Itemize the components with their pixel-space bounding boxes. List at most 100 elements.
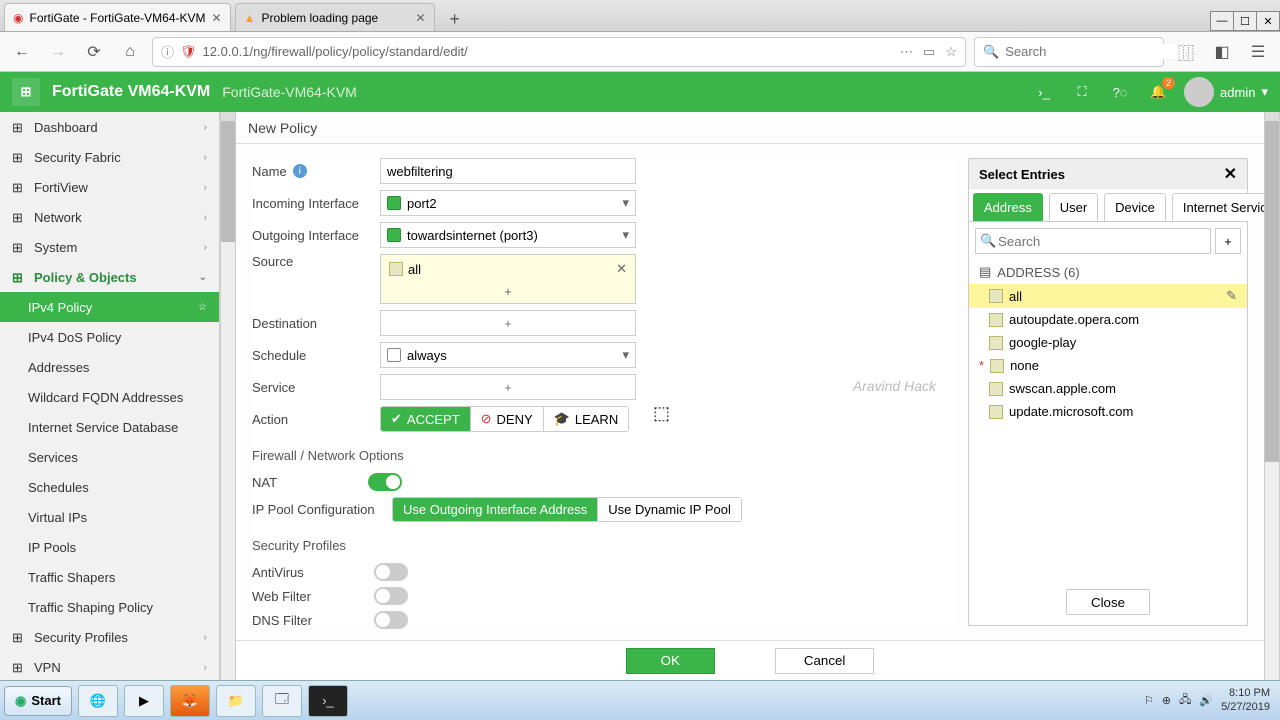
add-entry-button[interactable]: + (1215, 228, 1241, 254)
tray-network-icon[interactable]: 🖧 (1179, 691, 1191, 710)
sidebar-item[interactable]: Schedules (0, 472, 219, 502)
taskbar-firefox-icon[interactable]: 🦊 (170, 685, 210, 717)
help-icon[interactable]: ?◌ (1108, 80, 1132, 104)
reader-icon[interactable]: ▭ (923, 44, 935, 60)
sidebar-item[interactable]: Services (0, 442, 219, 472)
address-entry[interactable]: *none (969, 354, 1247, 377)
ok-button[interactable]: OK (626, 648, 715, 674)
menu-icon[interactable]: ☰ (1244, 38, 1272, 66)
edit-icon[interactable]: ✎ (1226, 288, 1237, 304)
sidebar-item[interactable]: ⊞Network› (0, 202, 219, 232)
destination-field[interactable]: + (380, 310, 636, 336)
name-field[interactable] (380, 158, 636, 184)
user-menu[interactable]: admin ▾ (1184, 77, 1268, 107)
browser-tab-inactive[interactable]: ▲ Problem loading page ✕ (235, 3, 435, 31)
home-button[interactable]: ⌂ (116, 38, 144, 66)
address-entry[interactable]: google-play (969, 331, 1247, 354)
address-group-header[interactable]: ▤ADDRESS (6) (969, 260, 1247, 284)
sidebar-item[interactable]: ⊞System› (0, 232, 219, 262)
name-input[interactable] (387, 164, 629, 179)
sidebar-item[interactable]: Wildcard FQDN Addresses (0, 382, 219, 412)
close-icon[interactable]: ✕ (212, 11, 222, 25)
address-entry[interactable]: swscan.apple.com (969, 377, 1247, 400)
address-entry[interactable]: all✎ (969, 284, 1247, 308)
panel-tab[interactable]: Internet Service (1172, 193, 1264, 221)
panel-tab[interactable]: Address (973, 193, 1043, 221)
source-field[interactable]: all✕ + ⬚ (380, 254, 636, 304)
browser-tab-active[interactable]: ◉ FortiGate - FortiGate-VM64-KVM ✕ (4, 3, 231, 31)
close-window-button[interactable]: ✕ (1256, 11, 1280, 31)
reload-button[interactable]: ⟳ (80, 38, 108, 66)
start-button[interactable]: ◉Start (4, 686, 72, 716)
taskbar-media-icon[interactable]: ▶ (124, 685, 164, 717)
nat-toggle[interactable] (368, 473, 402, 491)
sidebar-item[interactable]: ⊞Security Profiles› (0, 622, 219, 652)
cancel-button[interactable]: Cancel (775, 648, 875, 674)
antivirus-toggle[interactable] (374, 563, 408, 581)
ippool-outgoing-button[interactable]: Use Outgoing Interface Address (393, 498, 597, 521)
tray-shield-icon[interactable]: ⊕ (1162, 694, 1171, 707)
schedule-select[interactable]: always▾ (380, 342, 636, 368)
chevron-down-icon[interactable]: ▾ (622, 227, 629, 243)
ippool-dynamic-button[interactable]: Use Dynamic IP Pool (597, 498, 741, 521)
taskbar-app-icon[interactable]: 🗔 (262, 685, 302, 717)
service-field[interactable]: + (380, 374, 636, 400)
sidebar-item[interactable]: Traffic Shapers (0, 562, 219, 592)
sidebar-item[interactable]: Addresses (0, 352, 219, 382)
library-icon[interactable]: ⿲ (1172, 38, 1200, 66)
close-button[interactable]: Close (1066, 589, 1150, 615)
star-icon[interactable]: ☆ (198, 302, 207, 313)
back-button[interactable]: ← (8, 38, 36, 66)
main-scrollbar[interactable] (1264, 112, 1280, 680)
sidebar-item[interactable]: ⊞Policy & Objects⌄ (0, 262, 219, 292)
outgoing-interface-select[interactable]: towardsinternet (port3)▾ (380, 222, 636, 248)
sidebar-icon[interactable]: ◧ (1208, 38, 1236, 66)
tray-flag-icon[interactable]: ⚐ (1144, 694, 1154, 707)
taskbar-terminal-icon[interactable]: ›_ (308, 685, 348, 717)
notifications-icon[interactable]: 🔔2 (1146, 80, 1170, 104)
info-icon[interactable]: i (293, 164, 307, 178)
taskbar-ie-icon[interactable]: 🌐 (78, 685, 118, 717)
url-input[interactable] (203, 44, 895, 59)
tray-clock[interactable]: 8:10 PM 5/27/2019 (1221, 687, 1270, 713)
add-source-button[interactable]: + (504, 284, 512, 299)
forward-button[interactable]: → (44, 38, 72, 66)
webfilter-toggle[interactable] (374, 587, 408, 605)
sidebar-item[interactable]: ⊞Security Fabric› (0, 142, 219, 172)
close-icon[interactable]: ✕ (1224, 164, 1237, 184)
taskbar-explorer-icon[interactable]: 📁 (216, 685, 256, 717)
sidebar-item[interactable]: IPv4 Policy☆ (0, 292, 219, 322)
more-icon[interactable]: ⋯ (900, 44, 913, 60)
chevron-down-icon[interactable]: ▾ (622, 347, 629, 363)
remove-icon[interactable]: ✕ (616, 261, 627, 277)
incoming-interface-select[interactable]: port2▾ (380, 190, 636, 216)
action-deny-button[interactable]: ⊘DENY (470, 407, 543, 431)
sidebar-item[interactable]: ⊞FortiView› (0, 172, 219, 202)
sidebar-scrollbar[interactable] (220, 112, 236, 680)
chevron-down-icon[interactable]: ▾ (622, 195, 629, 211)
dnsfilter-toggle[interactable] (374, 611, 408, 629)
system-tray[interactable]: ⚐ ⊕ 🖧 🔊 8:10 PM 5/27/2019 (1144, 687, 1276, 713)
close-icon[interactable]: ✕ (416, 11, 426, 25)
shield-icon[interactable]: 🛡 (180, 44, 197, 60)
address-bar[interactable]: ⓘ 🛡 ⋯ ▭ ☆ (152, 37, 966, 67)
source-chip[interactable]: all✕ (385, 259, 631, 279)
search-input[interactable] (1005, 44, 1181, 59)
sidebar-item[interactable]: Internet Service Database (0, 412, 219, 442)
tray-sound-icon[interactable]: 🔊 (1199, 694, 1213, 707)
sidebar-item[interactable]: Traffic Shaping Policy (0, 592, 219, 622)
star-icon[interactable]: ☆ (945, 44, 957, 60)
address-entry[interactable]: update.microsoft.com (969, 400, 1247, 423)
panel-tab[interactable]: Device (1104, 193, 1166, 221)
sidebar-item[interactable]: IP Pools (0, 532, 219, 562)
fullscreen-icon[interactable]: ⛶ (1070, 80, 1094, 104)
sidebar-item[interactable]: ⊞Dashboard› (0, 112, 219, 142)
cli-icon[interactable]: ›_ (1032, 80, 1056, 104)
search-bar[interactable]: 🔍 (974, 37, 1164, 67)
panel-tab[interactable]: User (1049, 193, 1098, 221)
maximize-button[interactable]: ☐ (1233, 11, 1257, 31)
sidebar-item[interactable]: ⊞VPN› (0, 652, 219, 680)
address-entry[interactable]: autoupdate.opera.com (969, 308, 1247, 331)
info-icon[interactable]: ⓘ (161, 42, 174, 61)
action-learn-button[interactable]: 🎓LEARN (543, 407, 629, 431)
